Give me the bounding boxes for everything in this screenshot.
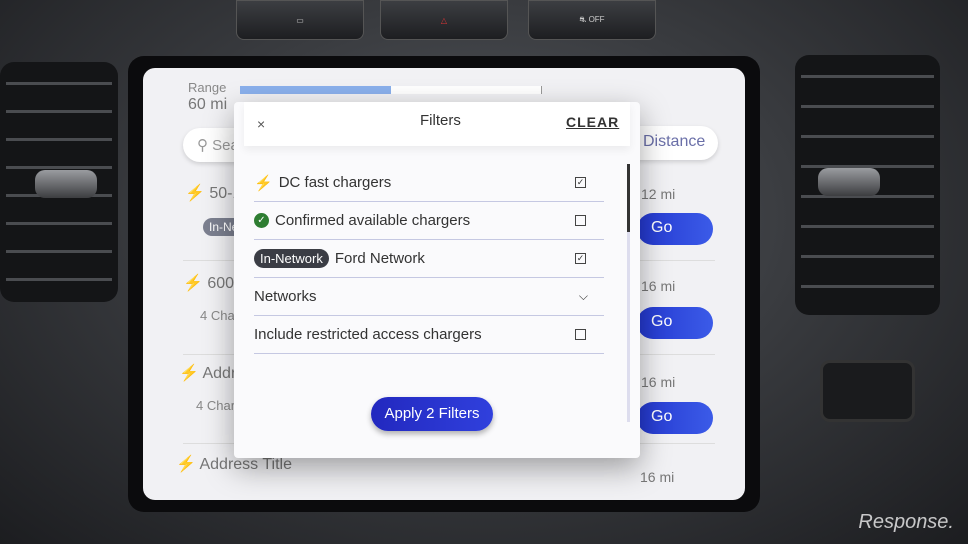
filters-dialog: × Filters CLEAR ⚡ DC fast chargers ✓ ✓ Conf… <box>234 102 640 458</box>
chevron-down-icon: ⌵ <box>578 289 588 303</box>
sort-label: Distance <box>643 133 706 150</box>
distance: 16 mi <box>641 374 676 390</box>
filter-restricted-access[interactable]: Include restricted access chargers <box>254 316 604 354</box>
distance: 16 mi <box>640 469 675 485</box>
parking-light-icon: ▭ <box>296 15 304 25</box>
left-vent-knob[interactable] <box>35 170 97 198</box>
option-label: Confirmed available chargers <box>275 212 471 229</box>
bolt-icon: ⚡ <box>179 365 199 382</box>
dc-fast-icon: ⚡ <box>185 185 205 202</box>
filter-confirmed-available[interactable]: ✓ Confirmed available chargers <box>254 202 604 240</box>
search-icon: ⚲ <box>197 137 208 154</box>
scrollbar-thumb[interactable] <box>627 164 630 232</box>
filters-title: Filters <box>420 112 461 129</box>
option-label: Include restricted access chargers <box>254 326 482 343</box>
go-button[interactable]: Go <box>637 213 713 245</box>
storage-pocket <box>820 360 915 422</box>
range-slider-fill <box>240 86 391 94</box>
hazard-button[interactable]: △ <box>380 0 508 40</box>
range-label: Range <box>188 80 227 95</box>
check-circle-icon: ✓ <box>254 213 269 228</box>
dc-fast-icon: ⚡ <box>254 174 273 192</box>
parking-light-button[interactable]: ▭ <box>236 0 364 40</box>
range-slider[interactable] <box>240 86 542 94</box>
apply-filters-button[interactable]: Apply 2 Filters <box>371 397 493 431</box>
scrollbar[interactable] <box>627 164 630 422</box>
option-label: Networks <box>254 288 317 305</box>
go-button[interactable]: Go <box>637 307 713 339</box>
checkbox-unchecked[interactable] <box>575 215 586 226</box>
checkbox-checked[interactable]: ✓ <box>575 177 586 188</box>
filter-ford-network[interactable]: In-Network Ford Network ✓ <box>254 240 604 278</box>
filter-dc-fast[interactable]: ⚡ DC fast chargers ✓ <box>254 164 604 202</box>
filters-header: × Filters CLEAR <box>244 102 630 146</box>
hazard-icon: △ <box>440 15 448 25</box>
bolt-icon: ⚡ <box>183 275 203 292</box>
checkbox-checked[interactable]: ✓ <box>575 253 586 264</box>
option-label: DC fast chargers <box>278 174 392 191</box>
distance: 12 mi <box>641 186 676 202</box>
traction-off-icon: ⛐ OFF <box>579 15 605 24</box>
checkbox-unchecked[interactable] <box>575 329 586 340</box>
go-button[interactable]: Go <box>637 402 713 434</box>
option-label: Ford Network <box>334 250 425 267</box>
range-value: 60 mi <box>188 96 228 113</box>
in-network-badge: In-Network <box>254 249 329 268</box>
close-icon[interactable]: × <box>257 116 265 132</box>
traction-off-label: OFF <box>588 15 605 24</box>
distance: 16 mi <box>641 278 676 294</box>
bolt-icon: ⚡ <box>176 456 196 473</box>
right-vent-knob[interactable] <box>818 168 880 196</box>
watermark: Response. <box>858 511 954 533</box>
clear-button[interactable]: CLEAR <box>566 114 619 130</box>
traction-off-button[interactable]: ⛐ OFF <box>528 0 656 40</box>
networks-dropdown[interactable]: Networks ⌵ <box>254 278 604 316</box>
